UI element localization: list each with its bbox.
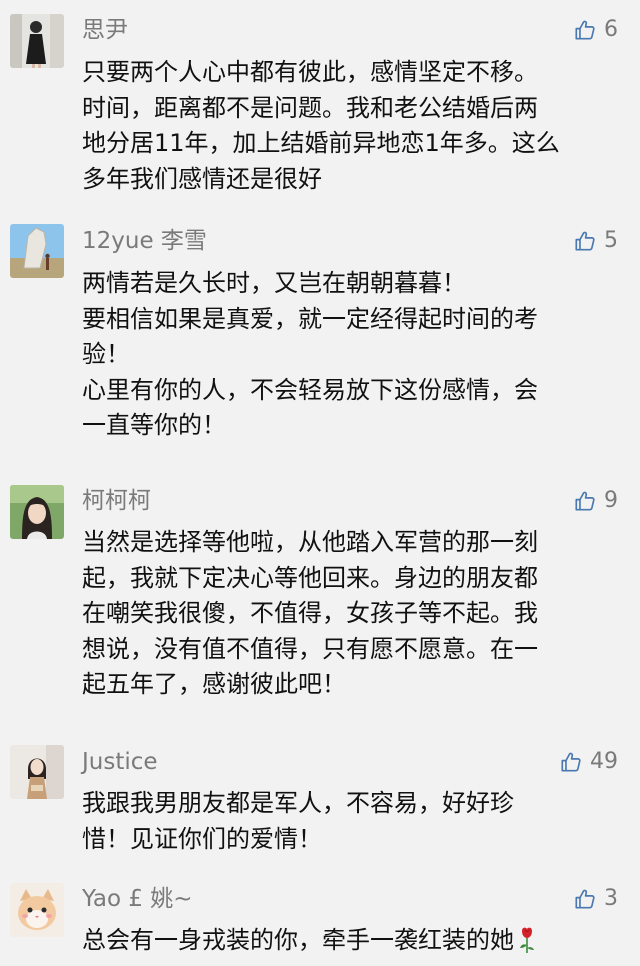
comment-line: 要相信如果是真爱，就一定经得起时间的考 <box>82 304 538 333</box>
username[interactable]: 思尹 <box>82 15 128 45</box>
comment-line: 多年我们感情还是很好 <box>82 164 322 193</box>
comment-line: 惜！见证你们的爱情！ <box>82 824 322 853</box>
comment-line: 起，我就下定决心等他回来。身边的朋友都 <box>82 563 538 592</box>
like-count: 3 <box>604 886 618 911</box>
avatar-girl-portrait[interactable] <box>10 485 64 539</box>
comment-line: 当然是选择等他啦，从他踏入军营的那一刻 <box>82 528 538 556</box>
like-count: 6 <box>604 17 618 42</box>
thumbs-up-icon <box>574 490 596 512</box>
thumbs-up-icon <box>574 888 596 910</box>
like-button[interactable]: 6 <box>574 15 618 45</box>
like-button[interactable]: 5 <box>574 226 618 256</box>
avatar-cat[interactable] <box>10 883 64 937</box>
comment-line-text: 总会有一身戎装的你，牵手一袭红装的她 <box>82 926 514 954</box>
comment-line: 地分居11年，加上结婚前异地恋1年多。这么 <box>82 129 560 157</box>
comment-text: 两情若是久长时，又岂在朝朝暮暮！ 要相信如果是真爱，就一定经得起时间的考 验！ … <box>82 266 610 444</box>
comment-line: 验！ <box>82 340 130 368</box>
like-button[interactable]: 3 <box>574 884 618 914</box>
comment-line: 心里有你的人，不会轻易放下这份感情，会 <box>82 375 538 404</box>
username[interactable]: 12yue 李雪 <box>82 226 207 256</box>
comment-line: 我跟我男朋友都是军人，不容易，好好珍 <box>82 789 514 817</box>
comment-line: 时间，距离都不是问题。我和老公结婚后两 <box>82 93 538 122</box>
like-count: 49 <box>590 749 618 774</box>
comment-line: 总会有一身戎装的你，牵手一袭红装的她 <box>82 923 610 959</box>
like-button[interactable]: 49 <box>560 747 618 777</box>
comment-text: 只要两个人心中都有彼此，感情坚定不移。 时间，距离都不是问题。我和老公结婚后两 … <box>82 55 610 197</box>
like-button[interactable]: 9 <box>574 486 618 516</box>
thumbs-up-icon <box>560 751 582 773</box>
comment-text: 当然是选择等他啦，从他踏入军营的那一刻 起，我就下定决心等他回来。身边的朋友都 … <box>82 525 610 703</box>
like-count: 9 <box>604 488 618 513</box>
comment-line: 一直等你的！ <box>82 411 226 439</box>
comment-line: 只要两个人心中都有彼此，感情坚定不移。 <box>82 58 538 86</box>
comment-text: 总会有一身戎装的你，牵手一袭红装的她 <box>82 923 610 959</box>
avatar-rock-landscape[interactable] <box>10 224 64 278</box>
username[interactable]: 柯柯柯 <box>82 486 151 516</box>
rose-icon <box>520 927 534 953</box>
username[interactable]: Justice <box>82 747 158 777</box>
like-count: 5 <box>604 228 618 253</box>
avatar-girl-standing[interactable] <box>10 745 64 799</box>
username[interactable]: Yao £ 姚~ <box>82 884 193 914</box>
comment-text: 我跟我男朋友都是军人，不容易，好好珍 惜！见证你们的爱情！ <box>82 786 610 857</box>
comment-line: 两情若是久长时，又岂在朝朝暮暮！ <box>82 269 466 297</box>
comment-line: 想说，没有值不值得，只有愿不愿意。在一 <box>82 634 538 663</box>
thumbs-up-icon <box>574 19 596 41</box>
comment-line: 起五年了，感谢彼此吧！ <box>82 670 346 698</box>
comment-line: 在嘲笑我很傻，不值得，女孩子等不起。我 <box>82 599 538 627</box>
thumbs-up-icon <box>574 230 596 252</box>
avatar-girl-black-dress[interactable] <box>10 14 64 68</box>
